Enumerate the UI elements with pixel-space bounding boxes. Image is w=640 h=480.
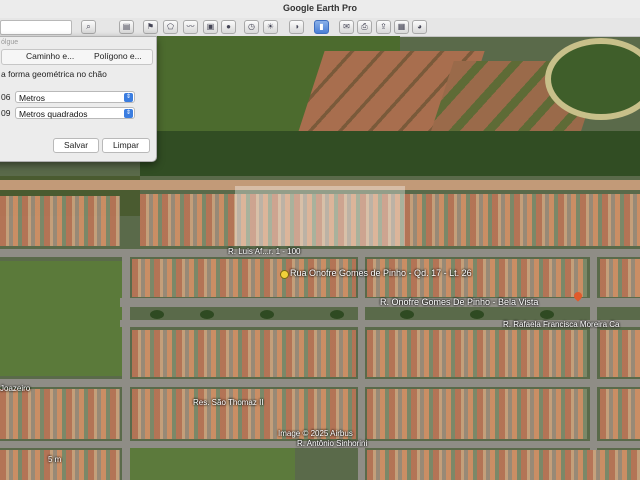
planets-icon[interactable]: ◑ xyxy=(289,20,304,34)
sidebar-icon[interactable]: ▤ xyxy=(119,20,134,34)
search-icon[interactable]: ⌕ xyxy=(81,20,96,34)
tab-bar: Caminho e... Polígono e... xyxy=(1,49,153,65)
area-unit-select[interactable]: Metros quadrados ⇕ xyxy=(15,107,135,119)
measured-area-overlay xyxy=(235,186,405,246)
save-button[interactable]: Salvar xyxy=(53,138,99,153)
search-input[interactable] xyxy=(0,20,72,35)
street-label: R. Antônio Sinhorini xyxy=(297,439,368,448)
historical-imagery-icon[interactable]: ◷ xyxy=(244,20,259,34)
road xyxy=(0,249,640,257)
area-value: 09 xyxy=(1,108,11,118)
clear-button[interactable]: Limpar xyxy=(102,138,150,153)
house-block xyxy=(600,389,640,439)
house-block xyxy=(132,259,356,297)
chevron-updown-icon: ⇕ xyxy=(124,93,133,102)
perimeter-unit-select[interactable]: Metros ⇕ xyxy=(15,91,135,103)
house-block xyxy=(367,330,587,377)
green-field xyxy=(0,261,125,376)
street-label: Joazeiro xyxy=(0,384,31,393)
sun-icon[interactable]: ☀ xyxy=(263,20,278,34)
google-maps-icon[interactable]: ◕ xyxy=(412,20,427,34)
tree xyxy=(150,310,164,319)
window-title: Google Earth Pro xyxy=(282,3,357,13)
save-image-icon[interactable]: ⇪ xyxy=(376,20,391,34)
dialog-description: a forma geométrica no chão xyxy=(1,69,107,79)
street-label: R. Onofre Gomes De Pinho - Bela Vista xyxy=(380,297,539,307)
house-block xyxy=(367,259,587,297)
house-block xyxy=(600,330,640,377)
perimeter-value: 06 xyxy=(1,92,11,102)
tree-line xyxy=(140,131,640,176)
tree xyxy=(260,310,274,319)
dialog-header: ólgue xyxy=(1,39,19,46)
tree xyxy=(330,310,344,319)
tour-icon[interactable]: ● xyxy=(221,20,236,34)
map-icon[interactable]: ▦ xyxy=(394,20,409,34)
tree xyxy=(540,310,554,319)
tree xyxy=(470,310,484,319)
perimeter-unit-label: Metros xyxy=(19,93,45,103)
road xyxy=(122,249,130,480)
house-block xyxy=(367,389,587,439)
address-label: Rua Onofre Gomes de Pinho - Qd. 17 - Lt.… xyxy=(290,268,472,278)
title-bar: Google Earth Pro xyxy=(0,0,640,19)
tab-polygon[interactable]: Polígono e... xyxy=(94,51,142,61)
overlay-icon[interactable]: ▣ xyxy=(203,20,218,34)
green-field xyxy=(125,446,295,480)
print-icon[interactable]: ⎙ xyxy=(357,20,372,34)
placemark-icon[interactable]: ⚑ xyxy=(143,20,158,34)
tree xyxy=(200,310,214,319)
tab-path[interactable]: Caminho e... xyxy=(26,51,74,61)
street-label: R. Luis Af...r. 1 - 100 xyxy=(228,247,301,256)
house-block xyxy=(0,389,120,439)
chevron-updown-icon: ⇕ xyxy=(124,109,133,118)
house-block xyxy=(367,450,640,480)
placemark-pin-icon[interactable] xyxy=(280,270,289,279)
house-block xyxy=(132,330,356,377)
ruler-icon[interactable]: ▮ xyxy=(314,20,329,34)
toolbar: ⌕ ▤ ⚑ ⬠ 〰 ▣ ● ◷ ☀ ◑ ▮ ✉ ⎙ ⇪ ▦ ◕ xyxy=(0,18,640,37)
house-block xyxy=(0,196,120,246)
road xyxy=(590,249,597,480)
tree xyxy=(400,310,414,319)
email-icon[interactable]: ✉ xyxy=(339,20,354,34)
polygon-icon[interactable]: ⬠ xyxy=(163,20,178,34)
street-label: Res. São Thomaz II xyxy=(193,398,264,407)
copyright-label: Image © 2025 Airbus xyxy=(278,429,353,438)
road xyxy=(0,379,640,387)
path-icon[interactable]: 〰 xyxy=(183,20,198,34)
area-unit-label: Metros quadrados xyxy=(19,109,88,119)
house-block xyxy=(600,259,640,297)
street-label: R. Rafaela Francisca Moreira Ca xyxy=(503,320,620,329)
ruler-dialog: ólgue Caminho e... Polígono e... a forma… xyxy=(0,36,157,162)
scale-label: 5 m xyxy=(48,455,62,464)
